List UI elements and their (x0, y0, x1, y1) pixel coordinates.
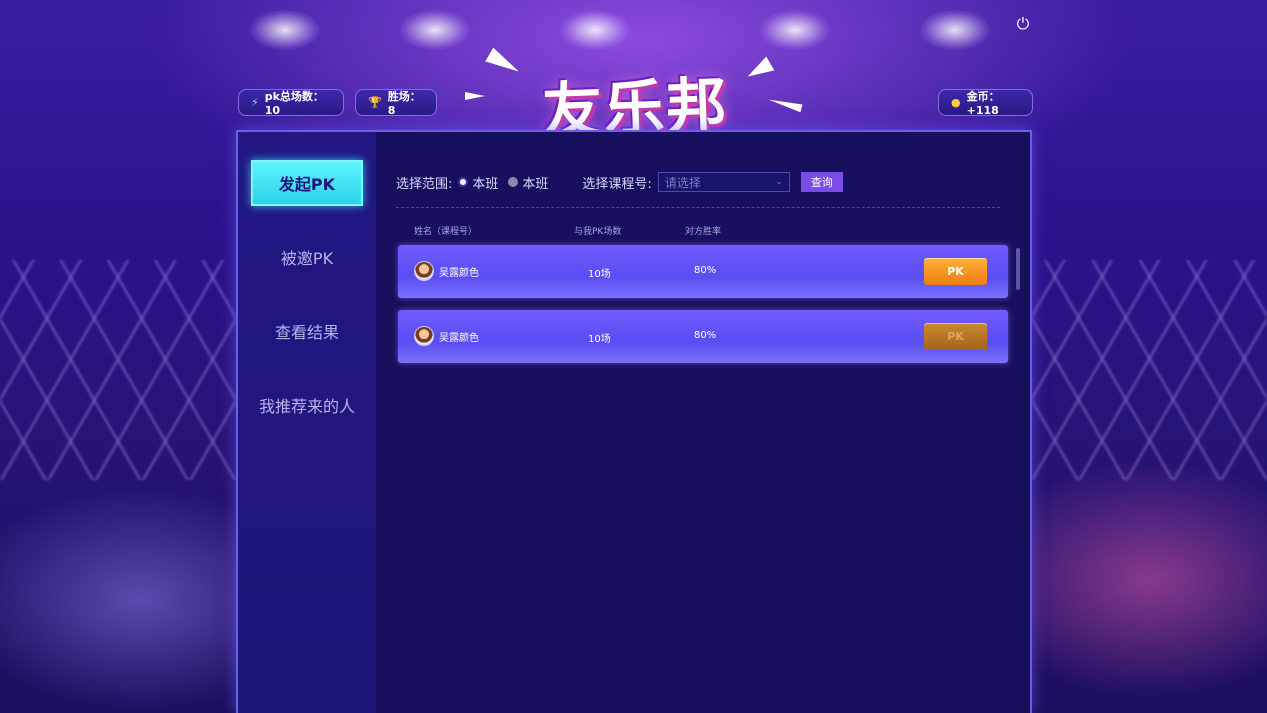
spotlight (560, 10, 630, 50)
sidebar-item-invited-pk[interactable]: 被邀PK (251, 234, 363, 280)
sidebar-item-view-results[interactable]: 查看结果 (251, 308, 363, 354)
sparkle-decoration (465, 92, 485, 100)
sidebar: 发起PK 被邀PK 查看结果 我推荐来的人 (238, 132, 376, 713)
filter-row: 选择范围: 本班 本班 选择课程号: 请选择 ⌄ 查询 (396, 170, 1008, 194)
radio-unchecked-icon (508, 177, 519, 187)
chevron-down-icon: ⌄ (775, 177, 783, 187)
avatar (414, 326, 434, 346)
spotlight (400, 10, 470, 50)
range-label: 选择范围: (396, 176, 453, 192)
select-placeholder: 请选择 (664, 175, 701, 190)
main-panel: 发起PK 被邀PK 查看结果 我推荐来的人 选择范围: 本班 本班 选择课程号:… (236, 130, 1032, 713)
column-header-name: 姓名（课程号） (414, 227, 478, 237)
wins-label: 胜场：8 (387, 90, 421, 117)
radio-label: 本班 (522, 176, 549, 192)
pk-total-label: pk总场数：10 (264, 90, 324, 117)
sidebar-item-label: 被邀PK (280, 249, 334, 268)
wins-badge: 🏆 胜场：8 (355, 89, 437, 117)
table-row: 吴露颜色 10场 80% PK (398, 245, 1008, 298)
divider (396, 207, 1000, 208)
radio-label: 本班 (472, 176, 499, 192)
sidebar-item-label: 我推荐来的人 (258, 397, 355, 416)
pk-button[interactable]: PK (924, 258, 987, 285)
pk-button-disabled[interactable]: PK (924, 323, 987, 350)
sidebar-item-label: 查看结果 (274, 323, 339, 342)
column-header-count: 与我PK场数 (574, 227, 622, 237)
stage-lattice-left (0, 260, 236, 480)
spotlight (760, 10, 830, 50)
trophy-icon: 🏆 (368, 96, 382, 109)
power-icon[interactable]: ⏻ (1013, 14, 1033, 34)
scrollbar[interactable] (1016, 248, 1020, 290)
sidebar-item-my-referrals[interactable]: 我推荐来的人 (251, 382, 363, 428)
row-rate: 80% (694, 265, 717, 276)
spotlight (250, 10, 320, 50)
coins-badge: ● 金币：+118 (938, 89, 1033, 117)
sidebar-item-start-pk[interactable]: 发起PK (251, 160, 363, 206)
pk-total-badge: ⚡ pk总场数：10 (238, 89, 344, 117)
coins-label: 金币：+118 (966, 90, 1000, 117)
radio-checked-icon (458, 177, 469, 187)
column-header-rate: 对方胜率 (685, 227, 722, 237)
table-row: 吴露颜色 10场 80% PK (398, 310, 1008, 363)
stage-lattice-right (1032, 260, 1267, 480)
spotlight (920, 10, 990, 50)
query-button[interactable]: 查询 (800, 172, 843, 192)
content-area: 选择范围: 本班 本班 选择课程号: 请选择 ⌄ 查询 姓名（课程号） 与我PK… (376, 132, 1030, 713)
course-select[interactable]: 请选择 ⌄ (657, 172, 790, 192)
row-rate: 80% (694, 330, 717, 341)
avatar (414, 261, 434, 281)
row-count: 10场 (588, 269, 611, 280)
bolt-icon: ⚡ (251, 96, 259, 109)
row-name: 吴露颜色 (439, 268, 479, 279)
coin-icon: ● (951, 96, 961, 109)
row-count: 10场 (588, 334, 611, 345)
row-name: 吴露颜色 (439, 333, 479, 344)
radio-option[interactable]: 本班 (458, 173, 498, 192)
radio-option[interactable]: 本班 (508, 173, 548, 192)
course-label: 选择课程号: (582, 176, 652, 192)
sidebar-item-label: 发起PK (278, 175, 336, 194)
